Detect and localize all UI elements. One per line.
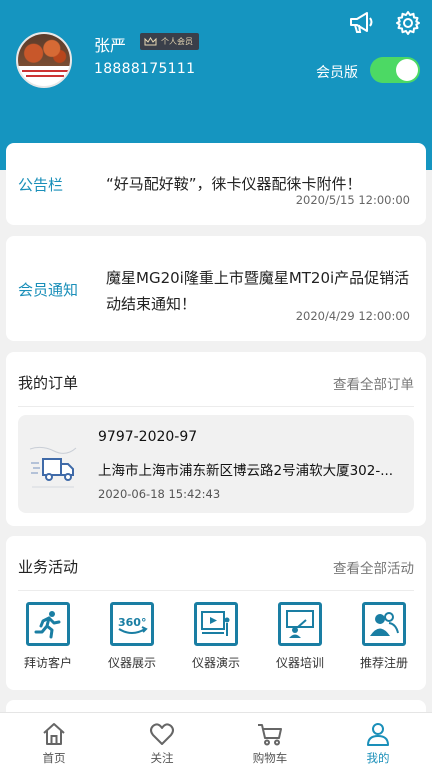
bottom-tab-bar: 首页 关注 购物车 我的 <box>0 712 432 768</box>
member-badge: 个人会员 <box>140 33 199 50</box>
users-icon <box>362 602 406 646</box>
orders-title: 我的订单 <box>18 374 79 392</box>
user-name: 张严 <box>94 36 127 55</box>
activity-grid: 拜访客户 360° 仪器展示 仪器演示 仪器培训 推荐注册 <box>6 602 426 671</box>
member-version-label: 会员版 <box>316 65 358 81</box>
360-view-icon: 360° <box>110 602 154 646</box>
activity-label: 仪器演示 <box>191 656 240 670</box>
divider <box>18 590 414 591</box>
activity-instrument-training[interactable]: 仪器培训 <box>258 602 342 671</box>
tab-label: 关注 <box>150 751 174 765</box>
user-phone: 18888175111 <box>94 61 196 77</box>
tab-label: 购物车 <box>252 751 288 765</box>
notice-title: 会员通知 <box>18 281 79 299</box>
crown-icon <box>144 36 157 45</box>
activity-instrument-display[interactable]: 360° 仪器展示 <box>90 602 174 671</box>
tab-label: 我的 <box>366 751 390 765</box>
notice-card-member[interactable]: 会员通知 魔星MG20i隆重上市暨魔星MT20i产品促销活动结束通知！ 2020… <box>6 236 426 341</box>
video-demo-icon <box>194 602 238 646</box>
notice-title: 公告栏 <box>18 176 64 194</box>
activities-section: 业务活动 查看全部活动 拜访客户 360° 仪器展示 仪器演示 仪器培训 推荐注… <box>6 536 426 690</box>
user-icon <box>367 723 389 746</box>
announcement-button[interactable] <box>348 9 376 37</box>
training-board-icon <box>278 602 322 646</box>
divider <box>18 406 414 407</box>
order-number: 9797-2020-97 <box>98 429 198 445</box>
tab-mine[interactable]: 我的 <box>324 713 432 768</box>
order-item[interactable]: 9797-2020-97 上海市上海市浦东新区博云路2号浦软大厦302-... … <box>18 415 414 513</box>
gear-icon <box>396 11 420 35</box>
activity-label: 推荐注册 <box>359 656 408 670</box>
megaphone-icon <box>350 12 373 33</box>
orders-section: 我的订单 查看全部订单 9797-2020-97 上海市上海市浦东新区博云路2号… <box>6 352 426 526</box>
activity-visit-customer[interactable]: 拜访客户 <box>6 602 90 671</box>
cart-icon <box>258 724 282 746</box>
delivery-truck-icon <box>29 446 77 488</box>
settings-button[interactable] <box>394 9 422 37</box>
tab-follow[interactable]: 关注 <box>108 713 216 768</box>
heart-icon <box>150 723 174 745</box>
home-icon <box>43 723 65 745</box>
notice-time: 2020/5/15 12:00:00 <box>295 193 410 207</box>
activity-recommend-register[interactable]: 推荐注册 <box>342 602 426 671</box>
running-person-icon <box>26 602 70 646</box>
notice-time: 2020/4/29 12:00:00 <box>295 309 410 323</box>
order-address: 上海市上海市浦东新区博云路2号浦软大厦302-... <box>98 463 394 479</box>
activity-label: 拜访客户 <box>23 656 72 670</box>
order-time: 2020-06-18 15:42:43 <box>98 487 221 501</box>
avatar[interactable] <box>16 32 72 88</box>
activities-title: 业务活动 <box>18 558 79 576</box>
notice-card-bulletin[interactable]: 公告栏 “好马配好鞍”，徕卡仪器配徕卡附件！ 2020/5/15 12:00:0… <box>6 143 426 225</box>
activity-instrument-demo[interactable]: 仪器演示 <box>174 602 258 671</box>
tab-home[interactable]: 首页 <box>0 713 108 768</box>
tab-cart[interactable]: 购物车 <box>216 713 324 768</box>
activity-label: 仪器展示 <box>107 656 156 670</box>
member-badge-label: 个人会员 <box>161 37 193 46</box>
member-version-toggle[interactable] <box>370 57 420 83</box>
avatar-image <box>18 34 70 66</box>
activity-label: 仪器培训 <box>275 656 324 670</box>
toggle-knob <box>396 59 418 81</box>
view-all-orders-link[interactable]: 查看全部订单 <box>333 373 414 393</box>
view-all-activities-link[interactable]: 查看全部活动 <box>333 557 414 577</box>
tab-label: 首页 <box>42 751 66 765</box>
